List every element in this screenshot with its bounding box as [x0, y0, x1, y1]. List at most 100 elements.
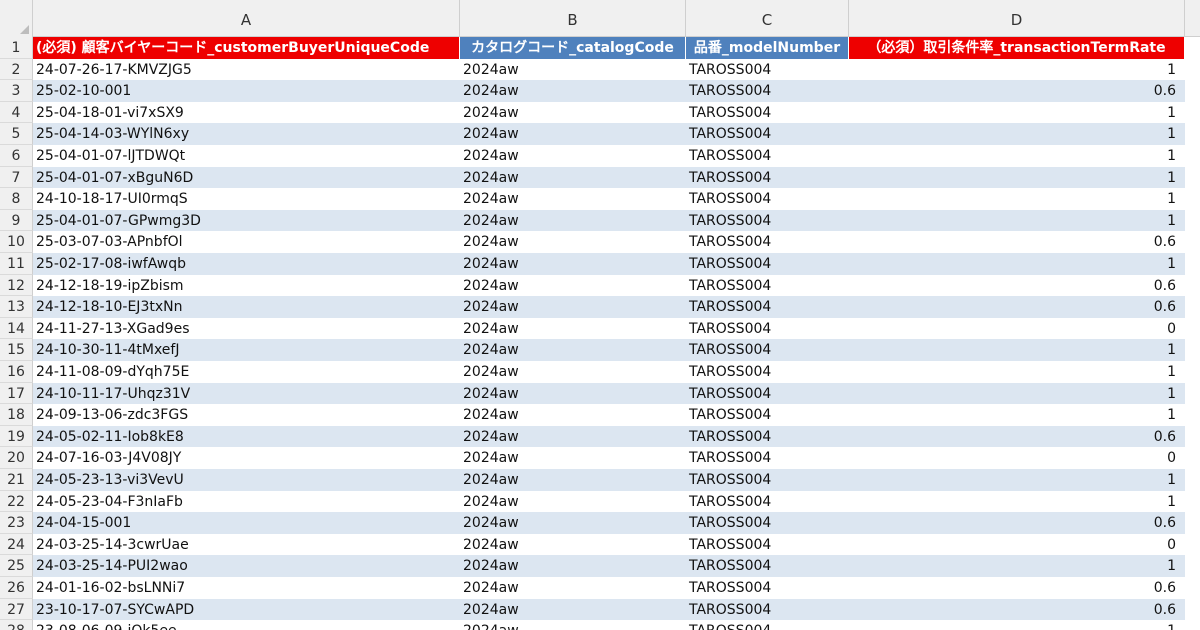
cell-model-number[interactable]: TAROSS004 — [686, 425, 849, 448]
cell-catalog-code[interactable]: 2024aw — [460, 253, 686, 275]
cell-customer-buyer-code[interactable]: 24-07-26-17-KMVZJG5 — [33, 58, 460, 81]
cell-transaction-term-rate[interactable]: 1 — [849, 620, 1185, 630]
cell-catalog-code[interactable]: 2024aw — [460, 382, 686, 405]
cell-transaction-term-rate[interactable]: 0 — [849, 533, 1185, 556]
row-number[interactable]: 14 — [0, 317, 33, 340]
column-header-d[interactable]: D — [849, 0, 1185, 37]
cell-catalog-code[interactable]: 2024aw — [460, 469, 686, 491]
select-all-corner[interactable] — [0, 0, 33, 37]
cell-model-number[interactable]: TAROSS004 — [686, 620, 849, 630]
cell-catalog-code[interactable]: 2024aw — [460, 598, 686, 621]
cell-catalog-code[interactable]: 2024aw — [460, 512, 686, 534]
cell-model-number[interactable]: TAROSS004 — [686, 598, 849, 621]
column-header-a[interactable]: A — [33, 0, 460, 37]
cell-transaction-term-rate[interactable]: 0 — [849, 447, 1185, 469]
cell-transaction-term-rate[interactable]: 1 — [849, 490, 1185, 513]
row-number[interactable]: 8 — [0, 188, 33, 210]
cell-transaction-term-rate[interactable]: 1 — [849, 404, 1185, 426]
cell-catalog-code[interactable]: 2024aw — [460, 577, 686, 599]
cell-model-number[interactable]: TAROSS004 — [686, 339, 849, 361]
cell-transaction-term-rate[interactable]: 1 — [849, 101, 1185, 124]
cell-model-number[interactable]: TAROSS004 — [686, 296, 849, 318]
cell-catalog-code[interactable]: 2024aw — [460, 533, 686, 556]
cell-transaction-term-rate[interactable]: 1 — [849, 339, 1185, 361]
cell-transaction-term-rate[interactable]: 1 — [849, 58, 1185, 81]
cell-transaction-term-rate[interactable]: 1 — [849, 209, 1185, 232]
cell-customer-buyer-code[interactable]: 24-09-13-06-zdc3FGS — [33, 404, 460, 426]
cell-model-number[interactable]: TAROSS004 — [686, 577, 849, 599]
cell-catalog-code[interactable]: 2024aw — [460, 58, 686, 81]
cell-customer-buyer-code[interactable]: 24-01-16-02-bsLNNi7 — [33, 577, 460, 599]
row-number[interactable]: 26 — [0, 577, 33, 599]
cell-catalog-code[interactable]: 2024aw — [460, 490, 686, 513]
row-number[interactable]: 6 — [0, 145, 33, 167]
cell-model-number[interactable]: TAROSS004 — [686, 469, 849, 491]
cell-model-number[interactable]: TAROSS004 — [686, 404, 849, 426]
cell-transaction-term-rate[interactable]: 0.6 — [849, 296, 1185, 318]
row-number[interactable]: 24 — [0, 533, 33, 556]
cell-catalog-code[interactable]: 2024aw — [460, 145, 686, 167]
cell-customer-buyer-code[interactable]: 23-10-17-07-SYCwAPD — [33, 598, 460, 621]
row-number[interactable]: 9 — [0, 209, 33, 232]
cell-customer-buyer-code[interactable]: 24-10-18-17-UI0rmqS — [33, 188, 460, 210]
row-number[interactable]: 18 — [0, 404, 33, 426]
row-number[interactable]: 15 — [0, 339, 33, 361]
cell-transaction-term-rate[interactable]: 1 — [849, 166, 1185, 189]
row-number[interactable]: 13 — [0, 296, 33, 318]
row-number[interactable]: 2 — [0, 58, 33, 81]
cell-transaction-term-rate[interactable]: 0.6 — [849, 274, 1185, 297]
cell-catalog-code[interactable]: 2024aw — [460, 101, 686, 124]
cell-customer-buyer-code[interactable]: 24-10-11-17-Uhqz31V — [33, 382, 460, 405]
cell-model-number[interactable]: TAROSS004 — [686, 447, 849, 469]
cell-catalog-code[interactable]: 2024aw — [460, 425, 686, 448]
cell-model-number[interactable]: TAROSS004 — [686, 512, 849, 534]
cell-model-number[interactable]: TAROSS004 — [686, 533, 849, 556]
cell-customer-buyer-code[interactable]: 24-12-18-10-EJ3txNn — [33, 296, 460, 318]
cell-customer-buyer-code[interactable]: 25-04-14-03-WYlN6xy — [33, 123, 460, 145]
cell-customer-buyer-code[interactable]: 24-11-27-13-XGad9es — [33, 317, 460, 340]
cell-transaction-term-rate[interactable]: 1 — [849, 469, 1185, 491]
header-cell-catalog-code[interactable]: カタログコード_catalogCode — [460, 37, 686, 59]
cell-model-number[interactable]: TAROSS004 — [686, 253, 849, 275]
cell-catalog-code[interactable]: 2024aw — [460, 188, 686, 210]
cell-model-number[interactable]: TAROSS004 — [686, 317, 849, 340]
row-number[interactable]: 10 — [0, 231, 33, 253]
column-header-b[interactable]: B — [460, 0, 686, 37]
cell-model-number[interactable]: TAROSS004 — [686, 209, 849, 232]
cell-catalog-code[interactable]: 2024aw — [460, 231, 686, 253]
cell-catalog-code[interactable]: 2024aw — [460, 274, 686, 297]
cell-customer-buyer-code[interactable]: 25-04-01-07-lJTDWQt — [33, 145, 460, 167]
row-number[interactable]: 22 — [0, 490, 33, 513]
cell-model-number[interactable]: TAROSS004 — [686, 382, 849, 405]
cell-catalog-code[interactable]: 2024aw — [460, 317, 686, 340]
column-header-c[interactable]: C — [686, 0, 849, 37]
row-number[interactable]: 27 — [0, 598, 33, 621]
cell-model-number[interactable]: TAROSS004 — [686, 490, 849, 513]
row-number[interactable]: 12 — [0, 274, 33, 297]
cell-transaction-term-rate[interactable]: 0.6 — [849, 512, 1185, 534]
row-number[interactable]: 7 — [0, 166, 33, 189]
cell-model-number[interactable]: TAROSS004 — [686, 361, 849, 383]
cell-catalog-code[interactable]: 2024aw — [460, 166, 686, 189]
cell-customer-buyer-code[interactable]: 24-03-25-14-3cwrUae — [33, 533, 460, 556]
cell-model-number[interactable]: TAROSS004 — [686, 58, 849, 81]
cell-transaction-term-rate[interactable]: 0.6 — [849, 80, 1185, 102]
row-number[interactable]: 28 — [0, 620, 33, 630]
row-number[interactable]: 20 — [0, 447, 33, 469]
cell-catalog-code[interactable]: 2024aw — [460, 296, 686, 318]
header-cell-model-number[interactable]: 品番_modelNumber — [686, 37, 849, 59]
row-number[interactable]: 1 — [0, 37, 33, 59]
cell-customer-buyer-code[interactable]: 24-07-16-03-J4V08JY — [33, 447, 460, 469]
cell-catalog-code[interactable]: 2024aw — [460, 447, 686, 469]
cell-catalog-code[interactable]: 2024aw — [460, 404, 686, 426]
cell-transaction-term-rate[interactable]: 1 — [849, 555, 1185, 577]
cell-catalog-code[interactable]: 2024aw — [460, 361, 686, 383]
cell-transaction-term-rate[interactable]: 0 — [849, 317, 1185, 340]
cell-customer-buyer-code[interactable]: 25-04-18-01-vi7xSX9 — [33, 101, 460, 124]
cell-catalog-code[interactable]: 2024aw — [460, 123, 686, 145]
cell-transaction-term-rate[interactable]: 0.6 — [849, 231, 1185, 253]
cell-customer-buyer-code[interactable]: 24-11-08-09-dYqh75E — [33, 361, 460, 383]
row-number[interactable]: 21 — [0, 469, 33, 491]
cell-catalog-code[interactable]: 2024aw — [460, 339, 686, 361]
cell-customer-buyer-code[interactable]: 25-02-10-001 — [33, 80, 460, 102]
